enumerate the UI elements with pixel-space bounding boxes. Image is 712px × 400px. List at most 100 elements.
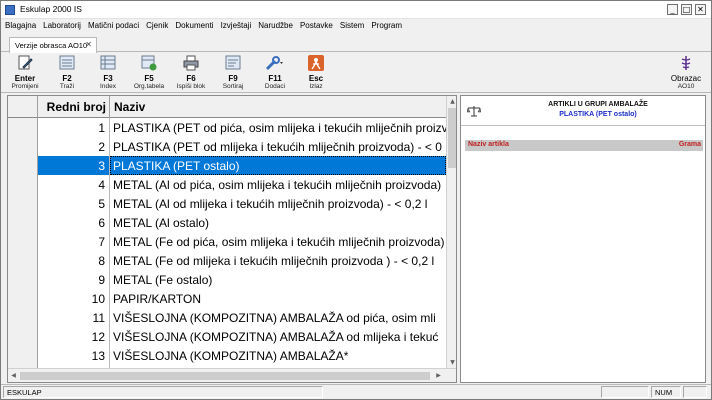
row-number-cell[interactable]: 13 [38,346,110,365]
table-row[interactable]: 2 PLASTIKA (PET od mlijeka i tekućih mlij… [8,137,446,156]
index-icon [100,55,116,70]
f11-label: Dodaci [264,83,286,90]
column-header-grams[interactable]: Grama [679,141,701,148]
obrazac-button[interactable]: Obrazac AO10 [666,55,706,93]
row-indicator[interactable] [8,156,38,175]
row-indicator[interactable] [8,308,38,327]
row-name-cell[interactable]: METAL (Al od pića, osim mlijeka i tekući… [110,175,446,194]
table-row[interactable]: 12 VIŠESLOJNA (KOMPOZITNA) AMBALAŽA od ml… [8,327,446,346]
table-row[interactable]: 11 VIŠESLOJNA (KOMPOZITNA) AMBALAŽA od pi… [8,308,446,327]
f6-button[interactable]: F6 Ispiši blok [173,55,209,93]
scroll-up-icon[interactable]: ▲ [447,96,456,107]
row-name-cell[interactable]: METAL (Al ostalo) [110,213,446,232]
row-number-cell[interactable]: 10 [38,289,110,308]
caduceus-icon [681,56,691,70]
row-indicator[interactable] [8,137,38,156]
row-number-cell[interactable]: 1 [38,118,110,137]
row-number-cell[interactable]: 11 [38,308,110,327]
row-number-cell[interactable]: 2 [38,137,110,156]
maximize-button[interactable]: □ [681,4,692,15]
menu-maticni-podaci[interactable]: Matični podaci [84,19,142,30]
row-indicator[interactable] [8,327,38,346]
f11-button[interactable]: F11 Dodaci [257,55,293,93]
f2-button[interactable]: F2 Traži [49,55,85,93]
row-number-cell[interactable]: 5 [38,194,110,213]
row-name-cell[interactable]: METAL (Fe od mlijeka i tekućih mliječnih… [110,251,446,270]
table-row[interactable]: 4 METAL (Al od pića, osim mlijeka i tekuć… [8,175,446,194]
row-indicator[interactable] [8,251,38,270]
scroll-down-icon[interactable]: ▼ [447,357,456,368]
f5-button[interactable]: F5 Org.tabela [131,55,167,93]
row-name-cell[interactable]: VIŠESLOJNA (KOMPOZITNA) AMBALAŽA od mlij… [110,327,446,346]
row-indicator[interactable] [8,346,38,365]
row-name-cell[interactable]: VIŠESLOJNA (KOMPOZITNA) AMBALAŽA* [110,346,446,365]
f9-button[interactable]: F9 Sortiraj [215,55,251,93]
table-row[interactable]: 6 METAL (Al ostalo) [8,213,446,232]
row-name-cell[interactable]: PLASTIKA (PET od mlijeka i tekućih mlije… [110,137,446,156]
column-header-article-name[interactable]: Naziv artikla [468,141,509,148]
menu-izvjestaji[interactable]: Izvještaji [217,19,255,30]
menu-cjenik[interactable]: Cjenik [142,19,171,30]
row-name-cell[interactable]: VIŠESLOJNA (KOMPOZITNA) AMBALAŽA od pića… [110,308,446,327]
vertical-scroll-thumb[interactable] [448,108,456,168]
minimize-button[interactable]: _ [667,4,678,15]
esc-button[interactable]: Esc Izlaz [298,55,334,93]
row-number-cell[interactable]: 6 [38,213,110,232]
table-row[interactable]: 7 METAL (Fe od pića, osim mlijeka i tekuć… [8,232,446,251]
row-indicator[interactable] [8,232,38,251]
tab-verzije-obrasca[interactable]: Verzije obrasca AO10 ✕ [9,37,97,53]
menu-laboratorij[interactable]: Laboratorij [39,19,84,30]
table-row[interactable]: 5 METAL (Al od mlijeka i tekućih mliječni… [8,194,446,213]
sort-icon [225,55,241,70]
row-number-cell[interactable]: 12 [38,327,110,346]
row-indicator[interactable] [8,270,38,289]
table-row[interactable]: 1 PLASTIKA (PET od pića, osim mlijeka i t… [8,118,446,137]
table-row[interactable]: 9 METAL (Fe ostalo) [8,270,446,289]
column-header-name[interactable]: Naziv [110,96,446,118]
row-number-cell[interactable]: 8 [38,251,110,270]
f5-label: Org.tabela [133,83,165,90]
menu-bar: Blagajna Laboratorij Matični podaci Cjenik D… [1,19,711,34]
horizontal-scrollbar[interactable]: ◀ ▶ [8,368,456,382]
table-row[interactable]: 13 VIŠESLOJNA (KOMPOZITNA) AMBALAŽA* [8,346,446,365]
menu-program[interactable]: Program [367,19,405,30]
table-row[interactable]: 10 PAPIR/KARTON [8,289,446,308]
row-name-cell[interactable]: METAL (Fe od pića, osim mlijeka i tekući… [110,232,446,251]
f3-key-label: F3 [103,74,113,83]
row-number-cell[interactable]: 3 [38,156,110,175]
articles-panel-subtitle: PLASTIKA (PET ostalo) [559,111,637,118]
menu-blagajna[interactable]: Blagajna [1,19,39,30]
column-header-number[interactable]: Redni broj [38,96,110,118]
row-name-cell[interactable]: PAPIR/KARTON [110,289,446,308]
row-name-cell[interactable]: PLASTIKA (PET ostalo) [110,156,446,175]
menu-dokumenti[interactable]: Dokumenti [171,19,216,30]
row-indicator[interactable] [8,213,38,232]
horizontal-scroll-thumb[interactable] [20,372,430,380]
data-grid[interactable]: Redni broj Naziv 1 PLASTIKA (PET od pića,… [7,95,457,383]
tab-close-icon[interactable]: ✕ [85,40,92,49]
row-number-cell[interactable]: 4 [38,175,110,194]
row-name-cell[interactable]: PLASTIKA (PET od pića, osim mlijeka i te… [110,118,446,137]
row-number-cell[interactable]: 7 [38,232,110,251]
row-indicator[interactable] [8,175,38,194]
articles-panel-title: ARTIKLI U GRUPI AMBALAŽE [548,101,648,108]
row-number-cell[interactable]: 9 [38,270,110,289]
table-row[interactable]: 8 METAL (Fe od mlijeka i tekućih mliječni… [8,251,446,270]
row-name-cell[interactable]: METAL (Al od mlijeka i tekućih mliječnih… [110,194,446,213]
scroll-right-icon[interactable]: ▶ [433,370,444,381]
enter-key-label: Enter [14,74,36,83]
row-name-cell[interactable]: METAL (Fe ostalo) [110,270,446,289]
row-indicator[interactable] [8,118,38,137]
menu-sistem[interactable]: Sistem [336,19,367,30]
scroll-left-icon[interactable]: ◀ [8,370,19,381]
f3-button[interactable]: F3 Index [90,55,126,93]
menu-postavke[interactable]: Postavke [296,19,336,30]
menu-narudzbe[interactable]: Narudžbe [254,19,296,30]
table-row[interactable]: 3 PLASTIKA (PET ostalo) [8,156,446,175]
row-indicator[interactable] [8,194,38,213]
search-icon [59,55,75,70]
vertical-scrollbar[interactable]: ▲ ▼ [446,96,456,368]
close-button[interactable]: ✕ [695,4,706,15]
enter-button[interactable]: Enter Promijeni [7,55,43,93]
row-indicator[interactable] [8,289,38,308]
